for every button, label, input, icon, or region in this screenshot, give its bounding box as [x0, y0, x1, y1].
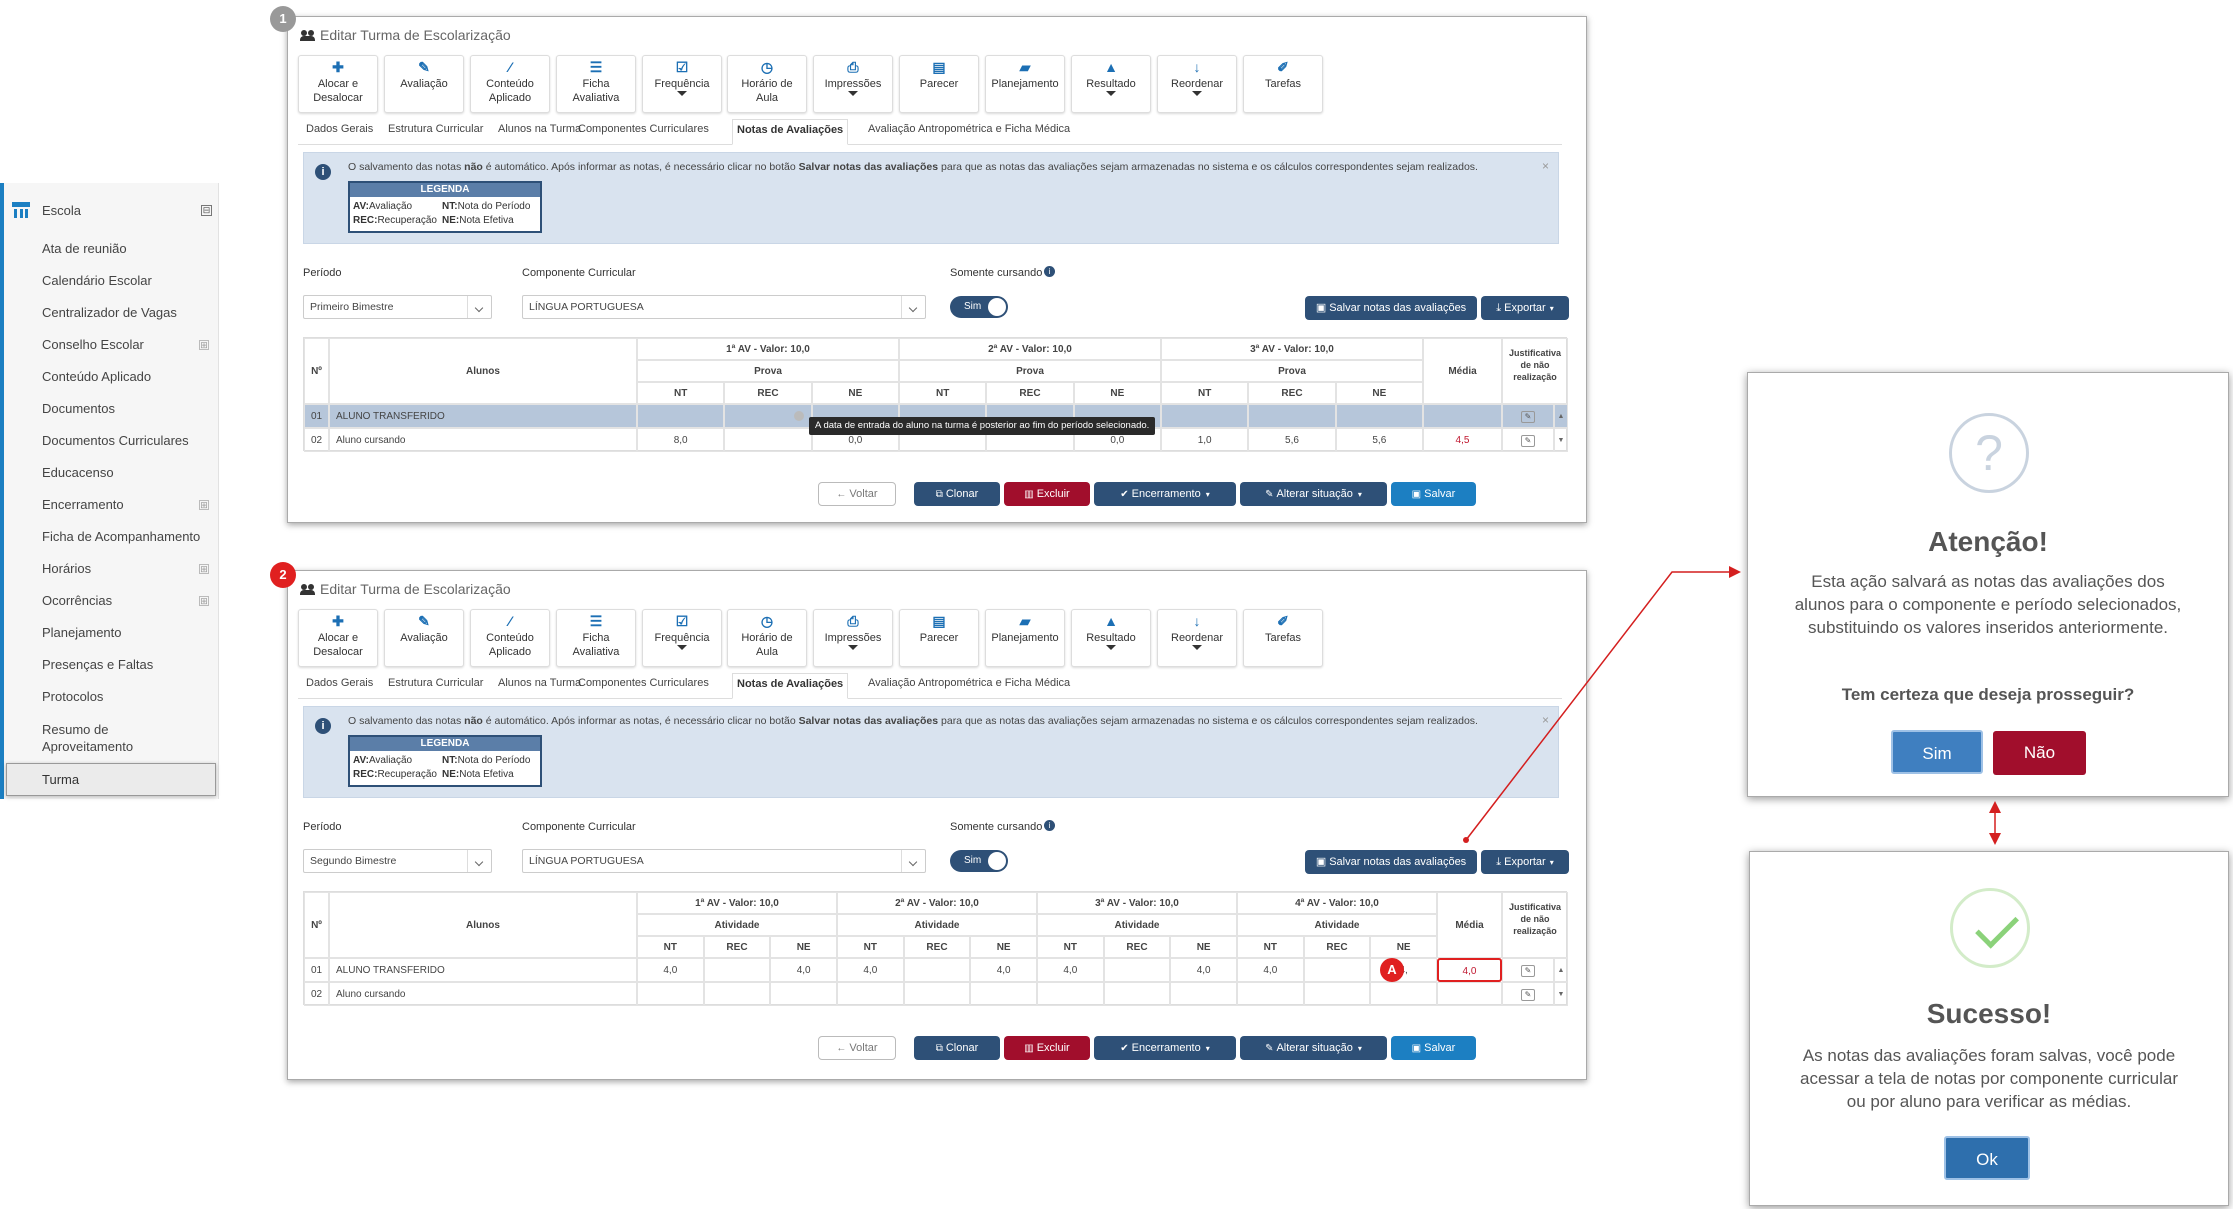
- annotation-arrows: [1463, 566, 2001, 845]
- arrow-to-confirm: [1465, 566, 1741, 841]
